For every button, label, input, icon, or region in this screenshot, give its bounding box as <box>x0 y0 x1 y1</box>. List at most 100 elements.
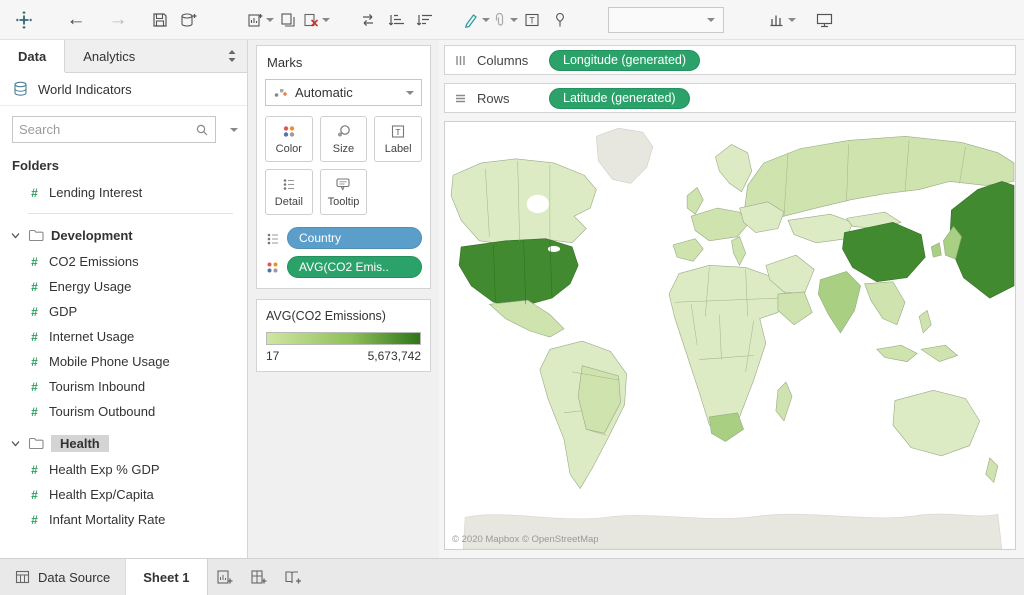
field-tourism-outbound[interactable]: # Tourism Outbound <box>0 399 247 424</box>
legend-title: AVG(CO2 Emissions) <box>266 309 421 323</box>
swap-axes-button[interactable] <box>354 5 382 35</box>
tableau-logo-icon[interactable] <box>10 5 38 35</box>
map-region-new-zealand[interactable] <box>986 458 998 483</box>
world-map[interactable] <box>445 122 1015 549</box>
field-lending-interest[interactable]: # Lending Interest <box>0 180 247 205</box>
detail-target-icon[interactable] <box>265 231 281 246</box>
show-hide-cards-caret-icon[interactable] <box>788 18 796 22</box>
field-health-exp-capita[interactable]: # Health Exp/Capita <box>0 482 247 507</box>
map-region-australia[interactable] <box>893 390 980 456</box>
duplicate-sheet-button[interactable] <box>274 5 302 35</box>
link-button[interactable] <box>490 5 518 35</box>
map-region-canada[interactable] <box>451 159 596 245</box>
color-target-icon[interactable] <box>265 260 281 275</box>
map-region-uk[interactable] <box>687 188 703 215</box>
new-worksheet-tab-button[interactable] <box>208 559 242 595</box>
field-gdp[interactable]: # GDP <box>0 299 247 324</box>
pill-longitude-generated[interactable]: Longitude (generated) <box>549 50 700 71</box>
field-energy-usage[interactable]: # Energy Usage <box>0 274 247 299</box>
sort-descending-button[interactable] <box>410 5 438 35</box>
highlight-button[interactable] <box>462 5 490 35</box>
map-region-scandinavia[interactable] <box>715 145 751 192</box>
detail-button[interactable]: Detail <box>265 169 313 215</box>
map-region-indonesia-west[interactable] <box>877 345 917 361</box>
mark-type-dropdown[interactable]: Automatic <box>265 79 422 106</box>
pill-latitude-generated[interactable]: Latitude (generated) <box>549 88 690 109</box>
tab-data[interactable]: Data <box>0 40 65 72</box>
mark-type-caret-icon[interactable] <box>406 91 414 95</box>
highlight-caret-icon[interactable] <box>482 18 490 22</box>
datasource-row[interactable]: World Indicators <box>0 73 247 106</box>
pill-avg-co2-label: AVG(CO2 Emis.. <box>299 260 389 274</box>
save-button[interactable] <box>146 5 174 35</box>
map-region-southeast-asia[interactable] <box>865 282 905 325</box>
fit-dropdown[interactable] <box>608 7 724 33</box>
map-region-usa[interactable] <box>459 239 578 307</box>
field-infant-mortality-rate[interactable]: # Infant Mortality Rate <box>0 507 247 532</box>
map-region-indonesia-east[interactable] <box>921 345 957 361</box>
size-button[interactable]: Size <box>320 116 368 162</box>
main-content: Data Analytics World Indicators <box>0 40 1024 558</box>
rows-shelf[interactable]: Rows Latitude (generated) <box>444 83 1016 113</box>
undo-button[interactable]: ← <box>62 5 90 35</box>
map-view[interactable]: © 2020 Mapbox © OpenStreetMap <box>444 121 1016 550</box>
tooltip-button[interactable]: Tooltip <box>320 169 368 215</box>
label-button[interactable]: T Label <box>374 116 422 162</box>
search-input[interactable] <box>19 122 195 137</box>
folder-development[interactable]: Development <box>0 222 247 249</box>
tab-analytics[interactable]: Analytics <box>65 40 153 72</box>
new-worksheet-caret-icon[interactable] <box>266 18 274 22</box>
new-dashboard-button[interactable] <box>242 559 276 595</box>
color-button[interactable]: Color <box>265 116 313 162</box>
search-box[interactable] <box>12 116 216 143</box>
field-tourism-inbound[interactable]: # Tourism Inbound <box>0 374 247 399</box>
data-source-icon <box>15 570 30 584</box>
view-options-caret-icon[interactable] <box>230 128 238 132</box>
map-region-india[interactable] <box>818 272 860 333</box>
map-region-south-africa[interactable] <box>709 413 743 442</box>
new-story-button[interactable] <box>276 559 310 595</box>
field-co2-emissions[interactable]: # CO2 Emissions <box>0 249 247 274</box>
field-internet-usage[interactable]: # Internet Usage <box>0 324 247 349</box>
clear-sheet-button[interactable] <box>302 5 330 35</box>
presentation-mode-button[interactable] <box>810 5 838 35</box>
link-caret-icon[interactable] <box>510 18 518 22</box>
clear-sheet-caret-icon[interactable] <box>322 18 330 22</box>
redo-button[interactable]: → <box>104 5 132 35</box>
pill-avg-co2-emissions[interactable]: AVG(CO2 Emis.. <box>287 256 422 278</box>
mark-labels-icon: T <box>523 11 541 29</box>
columns-shelf[interactable]: Columns Longitude (generated) <box>444 45 1016 75</box>
map-region-greenland <box>596 128 652 183</box>
map-region-korea[interactable] <box>931 243 941 257</box>
map-region-africa[interactable] <box>669 265 786 433</box>
sheet1-tab-label: Sheet 1 <box>143 570 189 585</box>
view-column: Columns Longitude (generated) Rows Latit… <box>439 40 1024 558</box>
map-region-china[interactable] <box>842 222 925 281</box>
map-region-mexico[interactable] <box>489 300 564 337</box>
new-datasource-icon <box>179 11 198 29</box>
sheet1-tab[interactable]: Sheet 1 <box>126 559 207 595</box>
sort-ascending-button[interactable] <box>382 5 410 35</box>
pane-swap-button[interactable] <box>227 40 247 72</box>
map-region-italy[interactable] <box>732 237 746 266</box>
pill-country[interactable]: Country <box>287 227 422 249</box>
map-region-arabia[interactable] <box>778 292 812 325</box>
number-sign-icon: # <box>29 513 40 527</box>
map-region-philippines[interactable] <box>919 310 931 333</box>
color-legend-card[interactable]: AVG(CO2 Emissions) 17 5,673,742 <box>256 299 431 372</box>
field-health-exp-gdp[interactable]: # Health Exp % GDP <box>0 457 247 482</box>
data-source-tab[interactable]: Data Source <box>0 559 126 595</box>
mark-labels-button[interactable]: T <box>518 5 546 35</box>
field-mobile-phone-usage[interactable]: # Mobile Phone Usage <box>0 349 247 374</box>
map-region-madagascar[interactable] <box>776 382 792 421</box>
map-attribution: © 2020 Mapbox © OpenStreetMap <box>452 534 599 545</box>
folder-health[interactable]: Health <box>0 430 247 457</box>
show-hide-cards-button[interactable] <box>768 5 796 35</box>
new-worksheet-button[interactable] <box>246 5 274 35</box>
map-region-western-europe[interactable] <box>691 208 747 241</box>
map-region-iberia[interactable] <box>673 239 703 262</box>
new-datasource-button[interactable] <box>174 5 202 35</box>
folder-label: Health <box>51 435 109 452</box>
legend-gradient-bar[interactable] <box>266 332 421 345</box>
pin-button[interactable] <box>546 5 574 35</box>
